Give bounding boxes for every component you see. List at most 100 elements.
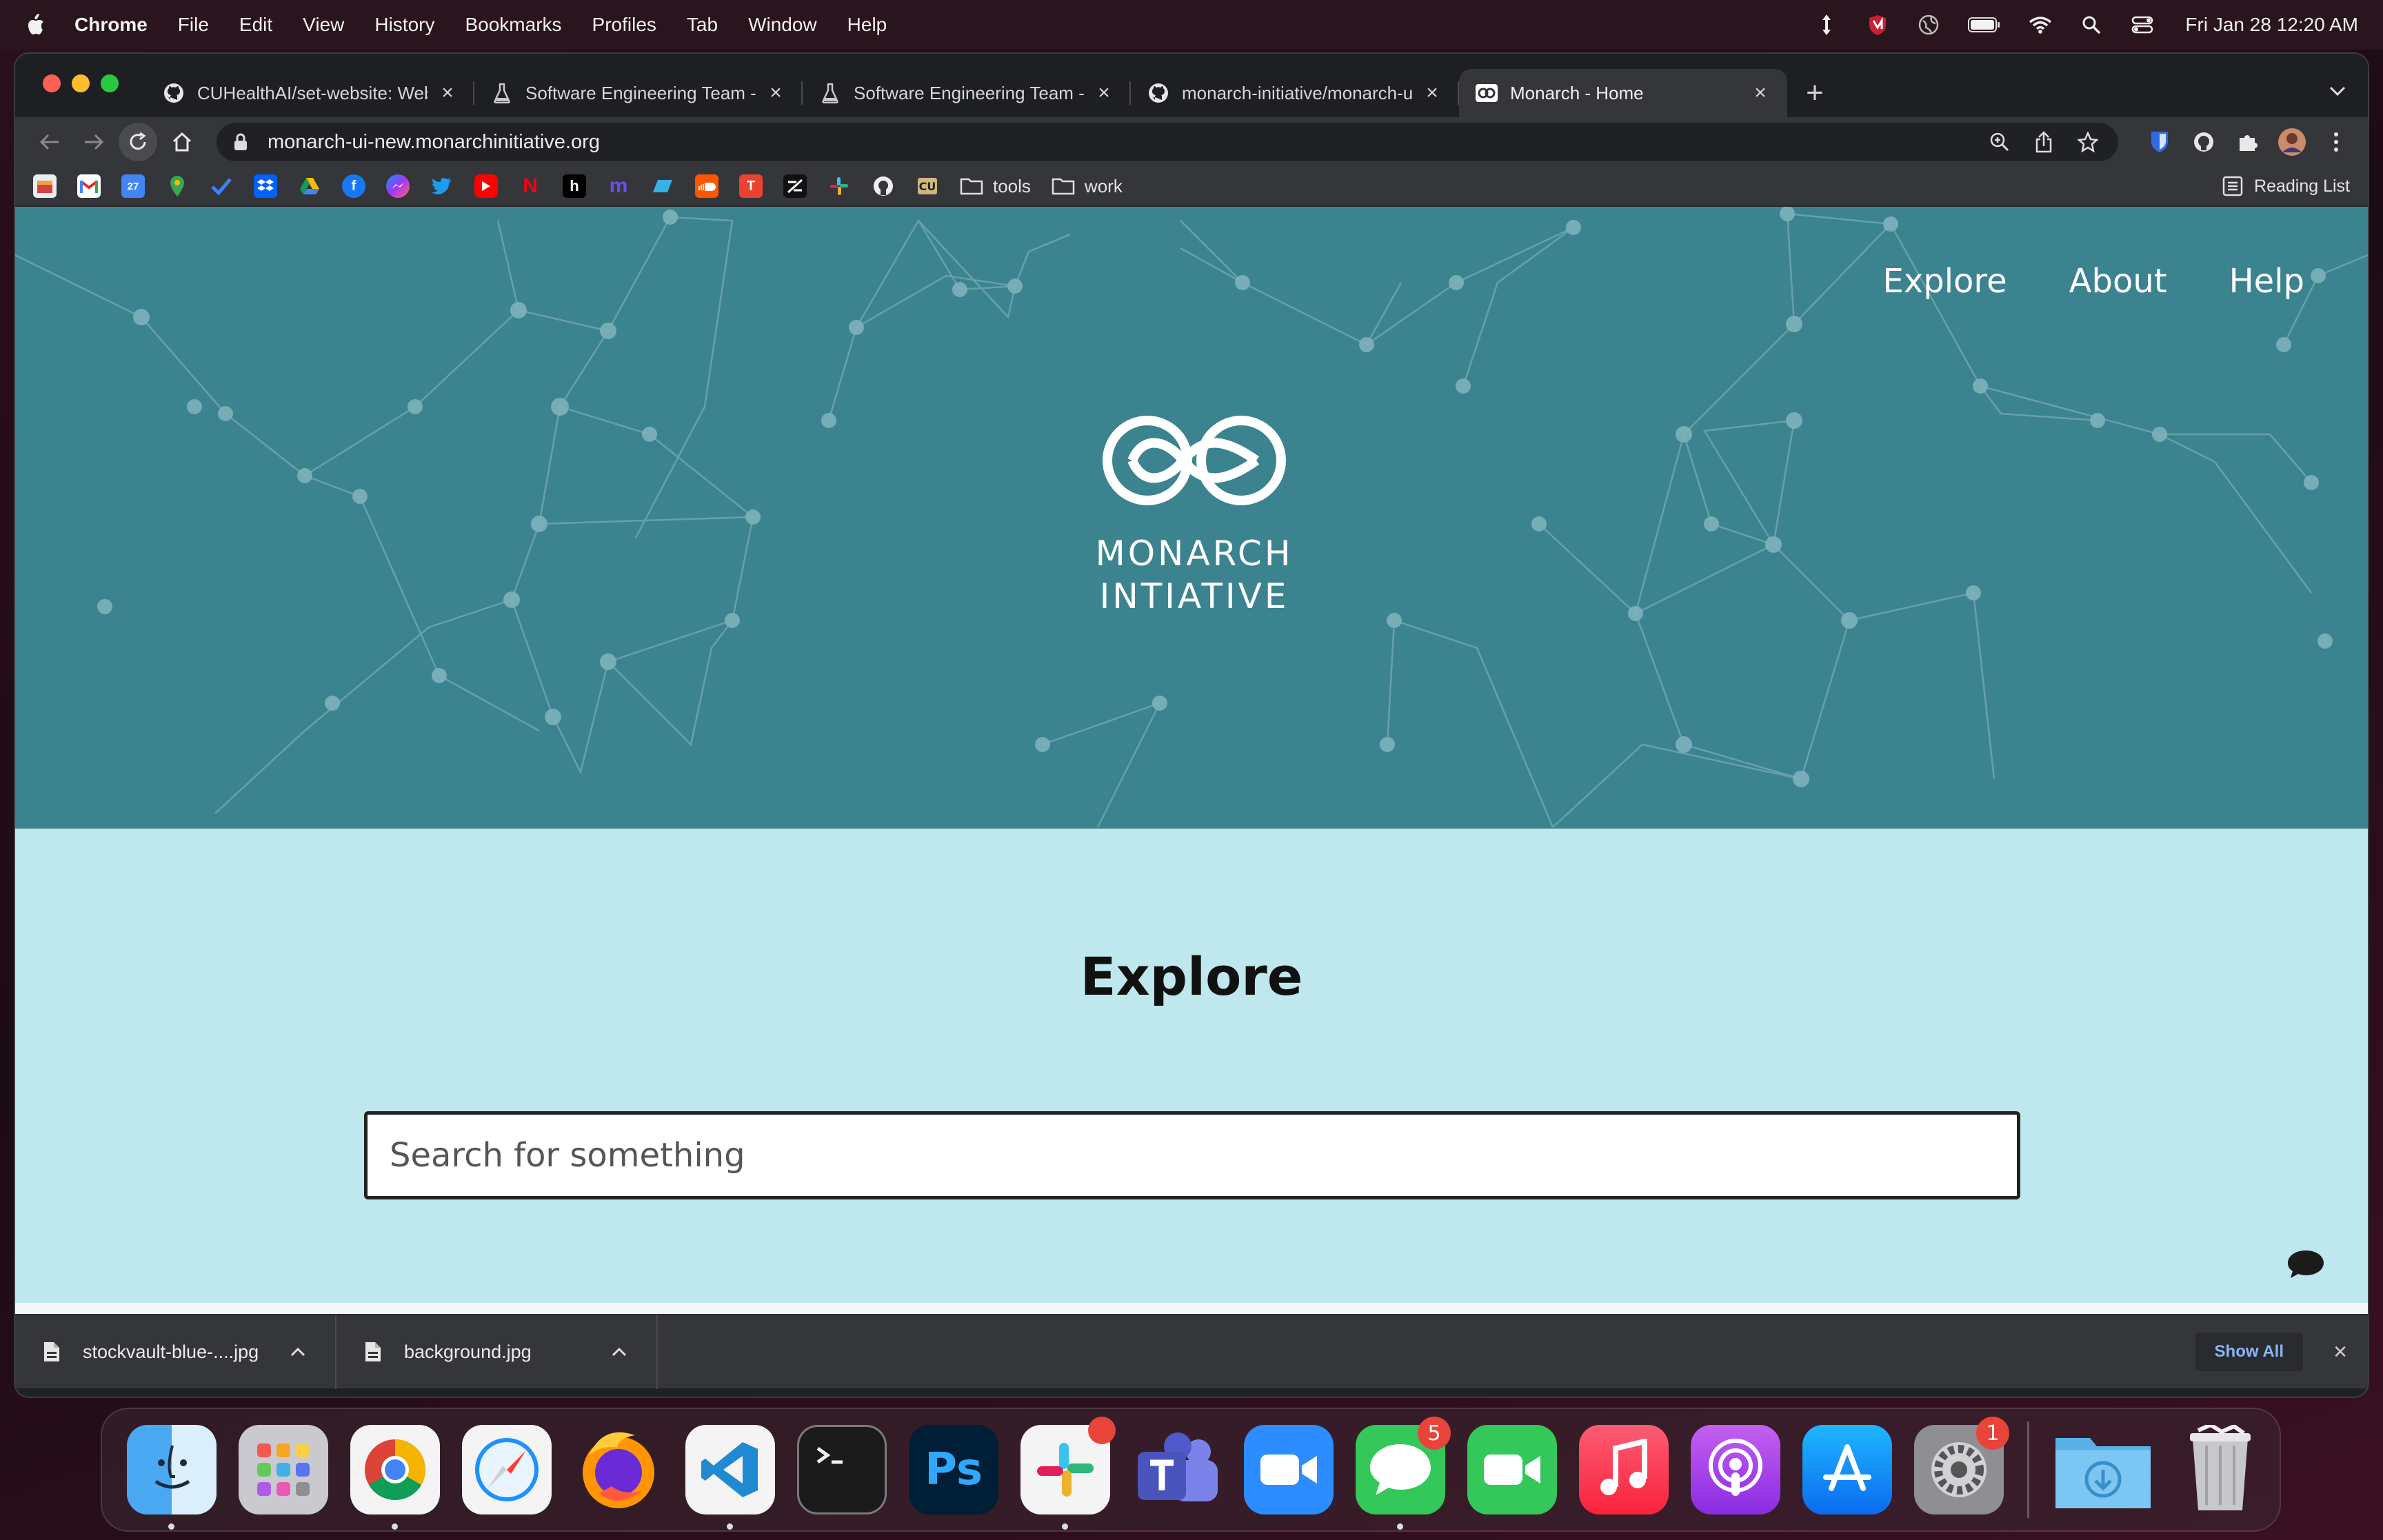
bookmark-google-drive-icon[interactable]: [298, 174, 321, 198]
dock-slack[interactable]: [1020, 1417, 1116, 1530]
bookmark-github-icon[interactable]: [872, 174, 895, 198]
close-download-shelf-icon[interactable]: ×: [2328, 1339, 2353, 1365]
new-tab-button[interactable]: +: [1794, 69, 1836, 117]
dock-podcasts[interactable]: [1691, 1425, 1780, 1514]
bookmark-netflix-icon[interactable]: N: [519, 174, 542, 198]
battery-icon[interactable]: [1967, 12, 2002, 37]
dock-zoom[interactable]: [1244, 1425, 1334, 1514]
dock-chrome[interactable]: [350, 1425, 440, 1530]
lock-icon[interactable]: [233, 132, 252, 152]
bookmark-folder-tools[interactable]: tools: [960, 176, 1031, 197]
chrome-menu-kebab-icon[interactable]: [2320, 125, 2353, 159]
dock-firefox[interactable]: [574, 1425, 663, 1514]
nav-explore-link[interactable]: Explore: [1883, 262, 2007, 301]
zoom-window-button[interactable]: [101, 74, 119, 92]
menu-help[interactable]: Help: [847, 14, 887, 36]
menu-view[interactable]: View: [303, 14, 344, 36]
menu-edit[interactable]: Edit: [239, 14, 272, 36]
dock-photoshop[interactable]: Ps: [909, 1425, 998, 1514]
bookmark-store-icon[interactable]: [33, 174, 57, 198]
menu-profiles[interactable]: Profiles: [592, 14, 656, 36]
reload-icon[interactable]: [119, 123, 157, 161]
share-icon[interactable]: [2030, 128, 2058, 156]
close-window-button[interactable]: [43, 74, 61, 92]
bookmark-todoist-icon[interactable]: T: [739, 174, 763, 198]
search-input[interactable]: [390, 1115, 1995, 1196]
back-arrow-icon[interactable]: [30, 123, 69, 161]
dock-downloads-folder[interactable]: [2053, 1425, 2153, 1514]
forward-arrow-icon[interactable]: [74, 123, 113, 161]
github-extension-icon[interactable]: [2187, 125, 2220, 159]
monarch-logo[interactable]: MONARCH INTIATIVE: [1070, 414, 1318, 618]
bookmark-parallelogram-icon[interactable]: [651, 174, 674, 198]
dock-facetime[interactable]: [1467, 1425, 1557, 1514]
tab-monarch-ui-repo[interactable]: monarch-initiative/monarch-ui ×: [1131, 69, 1459, 117]
dock-app-store[interactable]: [1802, 1425, 1892, 1514]
tab-close-icon[interactable]: ×: [1422, 81, 1442, 104]
bookmark-slack-icon[interactable]: [827, 174, 851, 198]
tab-close-icon[interactable]: ×: [1094, 81, 1114, 104]
bookmark-hackerrank-icon[interactable]: h: [563, 174, 586, 198]
bookmark-google-maps-icon[interactable]: [165, 174, 189, 198]
menu-window[interactable]: Window: [748, 14, 817, 36]
wifi-icon[interactable]: [2028, 12, 2053, 37]
dock-system-preferences[interactable]: 1: [1914, 1417, 2009, 1514]
spotlight-search-icon[interactable]: [2079, 12, 2104, 37]
chevron-up-icon[interactable]: [610, 1342, 629, 1361]
bookmark-folder-work[interactable]: work: [1052, 176, 1123, 197]
tab-monarch-home[interactable]: Monarch - Home ×: [1459, 69, 1787, 117]
bookmark-dropbox-icon[interactable]: [254, 174, 277, 198]
menu-file[interactable]: File: [178, 14, 209, 36]
address-bar[interactable]: monarch-ui-new.monarchinitiative.org: [217, 123, 2118, 161]
bookmark-zig-icon[interactable]: [783, 174, 807, 198]
tab-close-icon[interactable]: ×: [765, 81, 786, 104]
bookmark-todo-check-icon[interactable]: [210, 174, 233, 198]
bookmark-star-icon[interactable]: [2074, 128, 2102, 156]
globe-icon[interactable]: [1916, 12, 1941, 37]
address-url[interactable]: monarch-ui-new.monarchinitiative.org: [268, 131, 1969, 154]
mcafee-shield-icon[interactable]: [1865, 12, 1890, 37]
dock-finder[interactable]: [127, 1425, 217, 1530]
dock-trash[interactable]: [2175, 1425, 2265, 1514]
download-item[interactable]: stockvault-blue-....jpg: [15, 1315, 336, 1389]
dock-vscode[interactable]: [685, 1425, 775, 1530]
tab-software-engineering-p[interactable]: Software Engineering Team - P ×: [803, 69, 1131, 117]
bookmark-facebook-icon[interactable]: f: [342, 174, 365, 198]
dock-messages[interactable]: 5: [1356, 1417, 1451, 1530]
apple-icon[interactable]: [25, 11, 50, 39]
zoom-magnifier-icon[interactable]: [1986, 128, 2013, 156]
nav-help-link[interactable]: Help: [2229, 262, 2304, 301]
download-item[interactable]: background.jpg: [336, 1315, 658, 1389]
bookmark-messenger-icon[interactable]: [386, 174, 410, 198]
tab-cuhealthai-set-website[interactable]: CUHealthAI/set-website: Webs ×: [146, 69, 474, 117]
bookmark-soundcloud-icon[interactable]: [695, 174, 718, 198]
nav-about-link[interactable]: About: [2069, 262, 2167, 301]
menubar-clock[interactable]: Fri Jan 28 12:20 AM: [2185, 14, 2358, 36]
extensions-puzzle-icon[interactable]: [2231, 125, 2264, 159]
show-all-downloads-button[interactable]: Show All: [2195, 1333, 2303, 1371]
search-box[interactable]: [364, 1111, 2020, 1199]
tab-close-icon[interactable]: ×: [437, 81, 458, 104]
arrows-vertical-icon[interactable]: [1814, 12, 1839, 37]
menu-app-name[interactable]: Chrome: [74, 14, 148, 36]
reading-list-button[interactable]: Reading List: [2222, 176, 2350, 196]
tab-close-icon[interactable]: ×: [1750, 81, 1771, 104]
bookmark-twitter-icon[interactable]: [430, 174, 454, 198]
dock-music[interactable]: [1579, 1425, 1669, 1514]
tab-search-chevron-icon[interactable]: [2324, 77, 2351, 105]
home-icon[interactable]: [163, 123, 201, 161]
minimize-window-button[interactable]: [72, 74, 90, 92]
dock-safari[interactable]: [462, 1425, 552, 1514]
bookmark-m-icon[interactable]: m: [607, 174, 630, 198]
bookmark-cu-logo-icon[interactable]: CU: [916, 174, 939, 198]
chevron-up-icon[interactable]: [288, 1342, 308, 1361]
control-center-icon[interactable]: [2130, 12, 2155, 37]
profile-avatar[interactable]: [2275, 125, 2309, 159]
bookmark-gmail-icon[interactable]: [77, 174, 101, 198]
dock-launchpad[interactable]: [239, 1425, 328, 1514]
chat-bubble-icon[interactable]: [2286, 1249, 2325, 1279]
menu-history[interactable]: History: [374, 14, 434, 36]
menu-tab[interactable]: Tab: [687, 14, 718, 36]
bookmark-google-calendar-icon[interactable]: 27: [121, 174, 145, 198]
bitwarden-extension-icon[interactable]: [2143, 125, 2176, 159]
